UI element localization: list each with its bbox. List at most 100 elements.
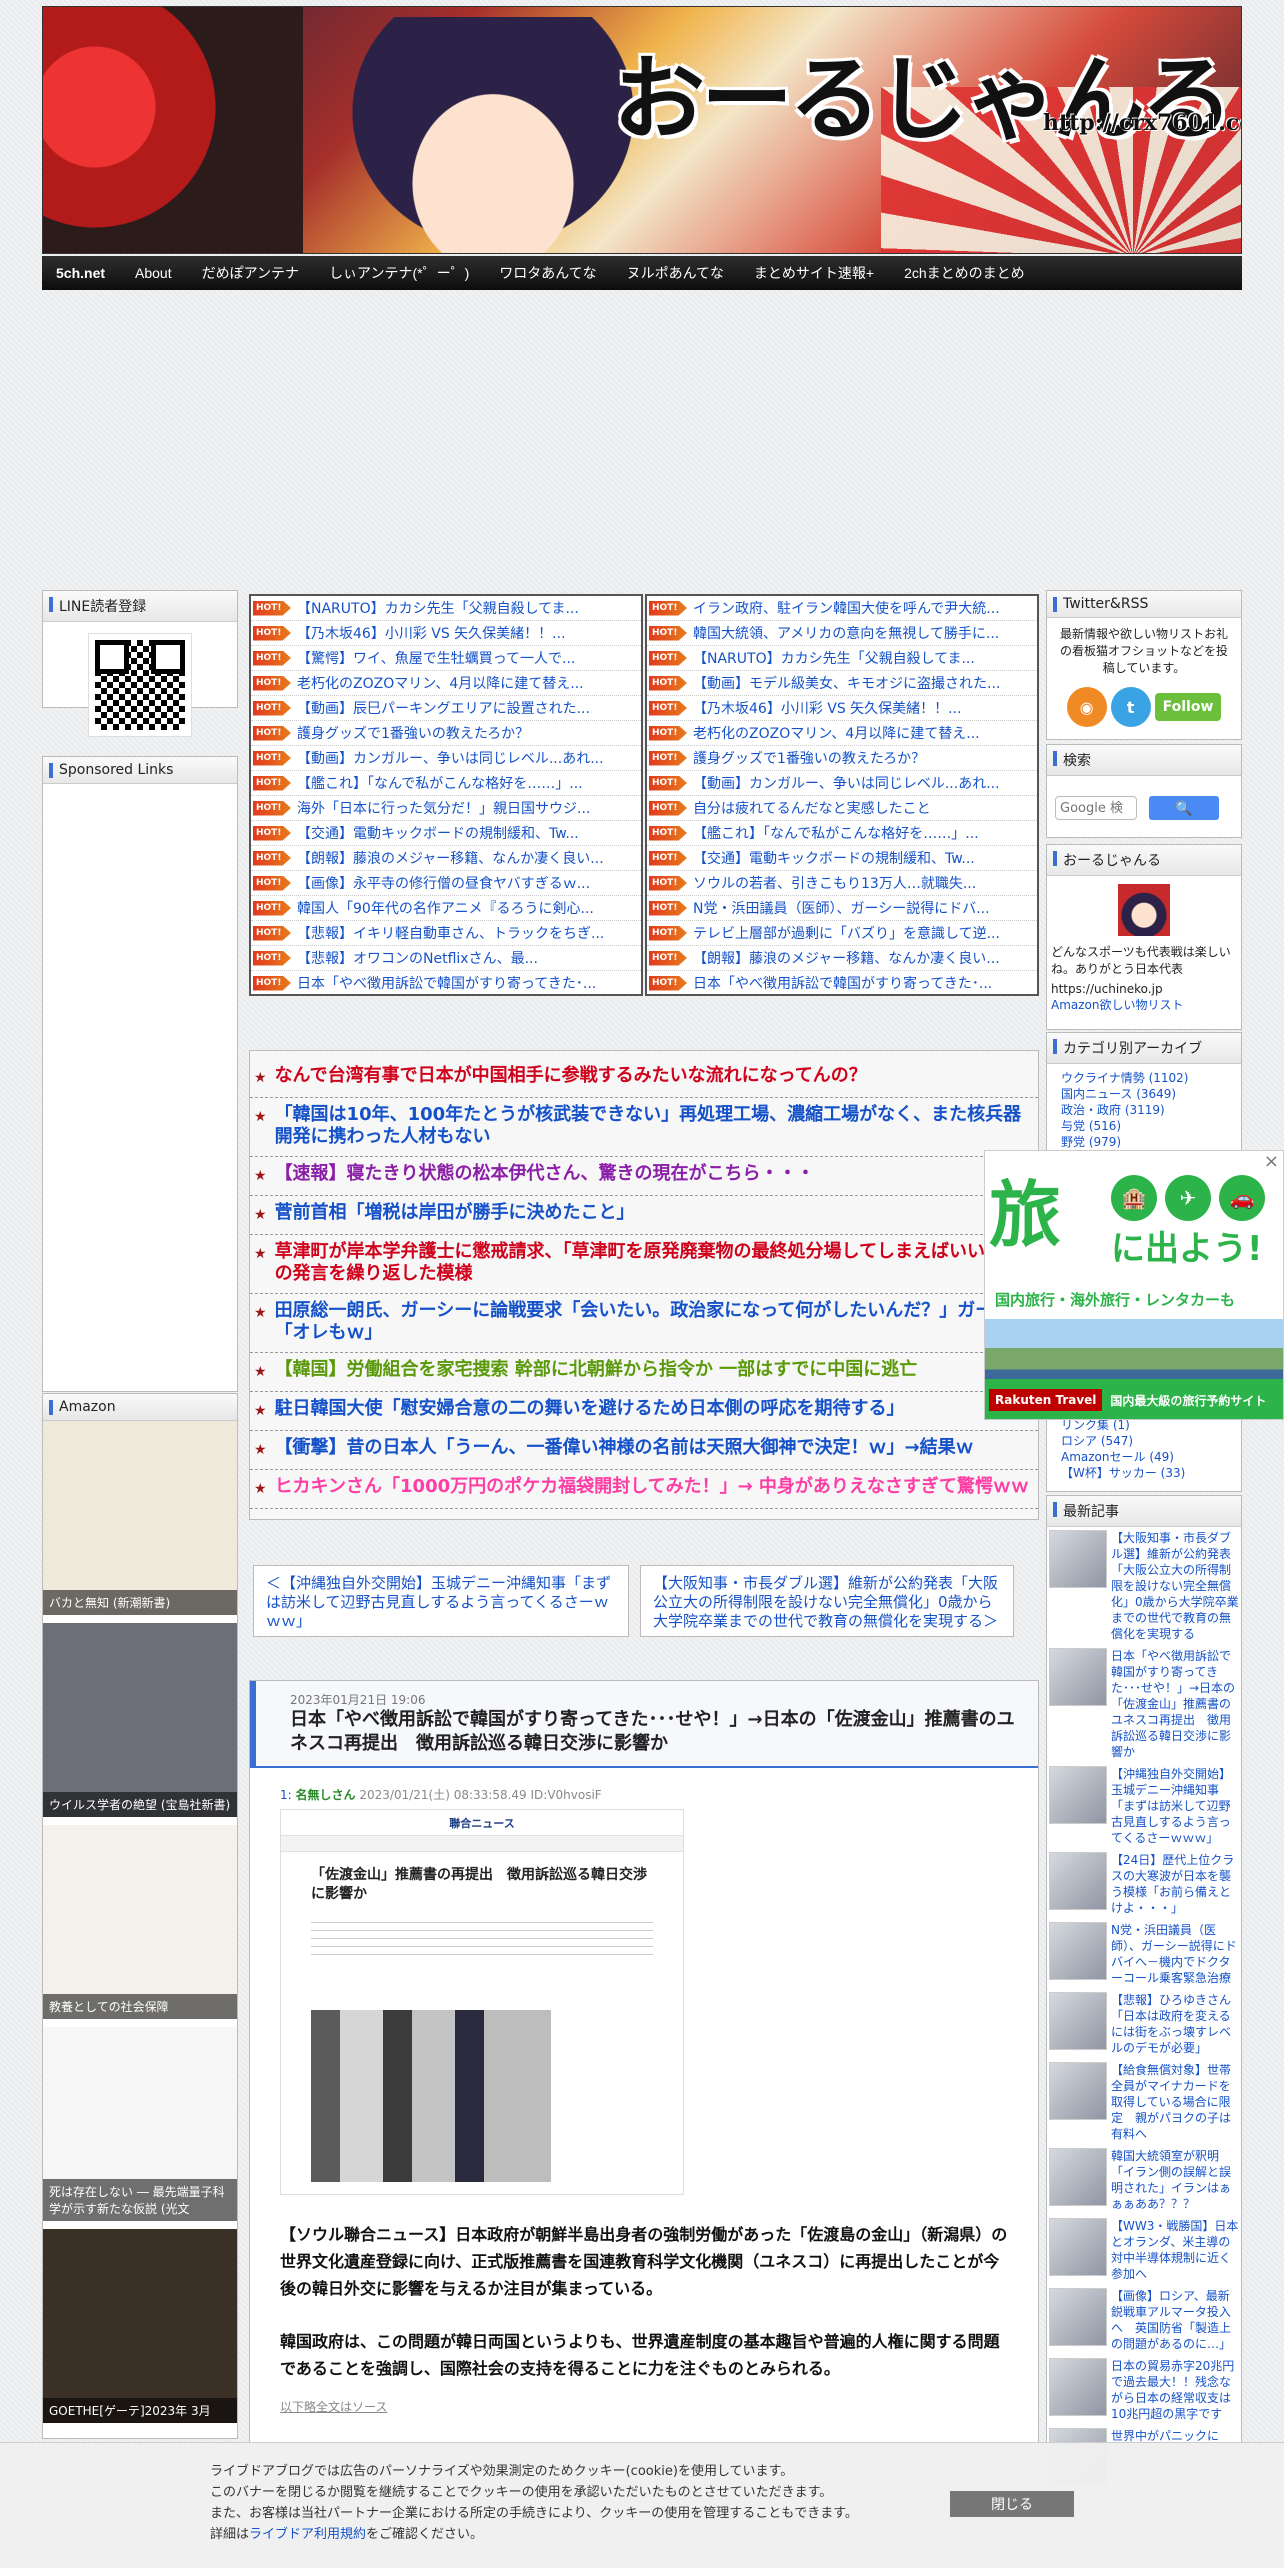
- cookie-close-button[interactable]: 閉じる: [950, 2491, 1074, 2517]
- recent-post-link[interactable]: 【悲報】ひろゆきさん「日本は政府を変えるには街をぶっ壊すレベルのデモが必要」: [1111, 1992, 1239, 2056]
- ticker-link[interactable]: ソウルの若者、引きこもり13万人…就職失...: [693, 873, 976, 893]
- ticker-item[interactable]: HOT! ソウルの若者、引きこもり13万人…就職失...: [647, 871, 1037, 896]
- ticker-link[interactable]: 【悲報】オワコンのNetflixさん、最...: [297, 948, 538, 968]
- ticker-item[interactable]: HOT! 【艦これ】「なんで私がこんな格好を……」...: [251, 771, 641, 796]
- book-cover[interactable]: [43, 2229, 237, 2423]
- recent-post-link[interactable]: 【24日】歴代上位クラスの大寒波が日本を襲う模様「お前ら備えとけよ・・・」: [1111, 1852, 1239, 1916]
- book-cover[interactable]: [43, 1623, 237, 1817]
- category-link[interactable]: Amazonセール (49): [1061, 1449, 1185, 1465]
- ticker-item[interactable]: HOT! 【交通】電動キックボードの規制緩和、Tw...: [251, 821, 641, 846]
- ticker-item[interactable]: HOT! 老朽化のZOZOマリン、4月以降に建て替え...: [251, 671, 641, 696]
- source-link[interactable]: 以下略全文はソース: [280, 2398, 1008, 2415]
- ticker-item[interactable]: HOT! 海外「日本に行った気分だ！」親日国サウジ...: [251, 796, 641, 821]
- ticker-link[interactable]: 韓国大統領、アメリカの意向を無視して勝手に...: [693, 623, 999, 643]
- category-link[interactable]: 野党 (979): [1061, 1134, 1227, 1150]
- recent-post-link[interactable]: 【大阪知事・市長ダブル選】維新が公約発表「大阪公立大の所得制限を設けない完全無償…: [1111, 1530, 1239, 1642]
- ticker-item[interactable]: HOT! 老朽化のZOZOマリン、4月以降に建て替え...: [647, 721, 1037, 746]
- recent-post-link[interactable]: N党・浜田議員（医師）、ガーシー説得にドバイへ－機内でドクターコール乗客緊急治療: [1111, 1922, 1239, 1986]
- ticker-item[interactable]: HOT! N党・浜田議員（医師）、ガーシー説得にドバ...: [647, 896, 1037, 921]
- recent-post-thumbnail[interactable]: [1049, 2358, 1107, 2416]
- category-link[interactable]: 政治・政府 (3119): [1061, 1102, 1227, 1118]
- profile-link[interactable]: https://uchineko.jp: [1047, 978, 1241, 996]
- amazon-wishlist-link[interactable]: Amazon欲しい物リスト: [1047, 996, 1241, 1013]
- book-cover[interactable]: [43, 1825, 237, 2019]
- ticker-link[interactable]: 【艦これ】「なんで私がこんな格好を……」...: [297, 773, 583, 793]
- ticker-link[interactable]: 韓国人「90年代の名作アニメ『るろうに剣心...: [297, 898, 594, 918]
- ticker-link[interactable]: 【動画】辰巳パーキングエリアに設置された...: [297, 698, 590, 718]
- news-screenshot-image[interactable]: 聯合ニュース 「佐渡金山」推薦書の再提出 徴用訴訟巡る韓日交渉に影響か: [280, 1809, 684, 2195]
- book-cover[interactable]: [43, 1421, 237, 1615]
- ticker-item[interactable]: HOT! 【交通】電動キックボードの規制緩和、Tw...: [647, 846, 1037, 871]
- recent-post-thumbnail[interactable]: [1049, 2288, 1107, 2346]
- nav-item[interactable]: だめぽアンテナ: [202, 263, 299, 283]
- recent-post[interactable]: 【悲報】ひろゆきさん「日本は政府を変えるには街をぶっ壊すレベルのデモが必要」: [1047, 1989, 1241, 2059]
- recent-post-link[interactable]: 【画像】ロシア、最新鋭戦車アルマータ投入へ 英国防省「製造上の問題があるのに…」: [1111, 2288, 1239, 2352]
- twitter-icon[interactable]: t: [1110, 687, 1151, 727]
- recent-post[interactable]: 韓国大統領室が釈明「イラン側の誤解と誤明された」イランはぁぁぁああ？？？: [1047, 2145, 1241, 2215]
- category-link[interactable]: 国内ニュース (3649): [1061, 1086, 1227, 1102]
- ticker-item[interactable]: HOT! 日本「やべ徴用訴訟で韓国がすり寄ってきた･...: [251, 971, 641, 994]
- recent-post[interactable]: 【WW3・戦勝国】日本とオランダ、米主導の対中半導体規制に近く参加へ: [1047, 2215, 1241, 2285]
- recent-post[interactable]: N党・浜田議員（医師）、ガーシー説得にドバイへ－機内でドクターコール乗客緊急治療: [1047, 1919, 1241, 1989]
- ticker-item[interactable]: HOT! 【動画】モデル級美女、キモオジに盗撮された...: [647, 671, 1037, 696]
- nav-item[interactable]: ヌルポあんてな: [627, 263, 724, 283]
- next-article-link[interactable]: 【大阪知事・市長ダブル選】維新が公約発表「大阪公立大の所得制限を設けない完全無償…: [640, 1565, 1014, 1637]
- follow-button[interactable]: Follow: [1154, 693, 1222, 721]
- ticker-link[interactable]: 【画像】永平寺の修行僧の昼食ヤバすぎるｗ...: [297, 873, 590, 893]
- ticker-item[interactable]: HOT! 【朗報】藤浪のメジャー移籍、なんか凄く良い...: [647, 946, 1037, 971]
- ticker-link[interactable]: 日本「やべ徴用訴訟で韓国がすり寄ってきた･...: [297, 973, 596, 993]
- ticker-item[interactable]: HOT! 【乃木坂46】小川彩 VS 矢久保美緒！！...: [647, 696, 1037, 721]
- recent-post-thumbnail[interactable]: [1049, 1648, 1107, 1706]
- featured-item[interactable]: ★ なんで台湾有事で日本が中国相手に参戦するみたいな流れになってんの？: [250, 1059, 1038, 1098]
- recent-post-link[interactable]: 日本の貿易赤字20兆円で過去最大！！残念ながら日本の経常収支は10兆円超の黒字で…: [1111, 2358, 1239, 2422]
- ticker-link[interactable]: 【動画】モデル級美女、キモオジに盗撮された...: [693, 673, 1000, 693]
- ticker-link[interactable]: 【NARUTO】カカシ先生「父親自殺してま...: [297, 598, 579, 618]
- ticker-link[interactable]: 【乃木坂46】小川彩 VS 矢久保美緒！！...: [297, 623, 566, 643]
- line-qr-code[interactable]: [88, 633, 192, 737]
- ticker-item[interactable]: HOT! 【朗報】藤浪のメジャー移籍、なんか凄く良い...: [251, 846, 641, 871]
- ticker-link[interactable]: 護身グッズで1番強いの教えたろか？: [693, 748, 925, 768]
- featured-link[interactable]: なんで台湾有事で日本が中国相手に参戦するみたいな流れになってんの？: [275, 1065, 867, 1087]
- featured-link[interactable]: 【速報】寝たきり状態の松本伊代さん、驚きの現在がこちら・・・: [275, 1163, 815, 1185]
- search-input[interactable]: [1055, 796, 1137, 820]
- recent-post[interactable]: 日本の貿易赤字20兆円で過去最大！！残念ながら日本の経常収支は10兆円超の黒字で…: [1047, 2355, 1241, 2425]
- ticker-link[interactable]: 【朗報】藤浪のメジャー移籍、なんか凄く良い...: [297, 848, 604, 868]
- featured-item[interactable]: ★ 【韓国】労働組合を家宅捜索 幹部に北朝鮮から指令か 一部はすでに中国に逃亡: [250, 1353, 1038, 1392]
- ticker-item[interactable]: HOT! 韓国人「90年代の名作アニメ『るろうに剣心...: [251, 896, 641, 921]
- featured-link[interactable]: 田原総一朗氏、ガーシーに論戦要求「会いたい。政治家になって何がしたいんだ？」ガー…: [275, 1300, 1034, 1344]
- ticker-link[interactable]: 【乃木坂46】小川彩 VS 矢久保美緒！！...: [693, 698, 962, 718]
- search-button[interactable]: 🔍: [1149, 796, 1219, 820]
- recent-post-thumbnail[interactable]: [1049, 2218, 1107, 2276]
- recent-post[interactable]: 【給食無償対象】世帯全員がマイナカードを取得している場合に限定 親がパヨクの子は…: [1047, 2059, 1241, 2145]
- ticker-item[interactable]: HOT! 【悲報】オワコンのNetflixさん、最...: [251, 946, 641, 971]
- ticker-link[interactable]: 老朽化のZOZOマリン、4月以降に建て替え...: [297, 673, 584, 693]
- ticker-item[interactable]: HOT! 【NARUTO】カカシ先生「父親自殺してま...: [647, 646, 1037, 671]
- ticker-item[interactable]: HOT! 【画像】永平寺の修行僧の昼食ヤバすぎるｗ...: [251, 871, 641, 896]
- recent-post-link[interactable]: 【WW3・戦勝国】日本とオランダ、米主導の対中半導体規制に近く参加へ: [1111, 2218, 1239, 2282]
- nav-item[interactable]: ワロタあんてな: [499, 263, 596, 283]
- amazon-book[interactable]: バカと無知 (新潮新書): [43, 1421, 237, 1615]
- nav-item[interactable]: しぃアンテナ(*゜ー゜): [329, 263, 469, 283]
- featured-link[interactable]: 駐日韓国大使「慰安婦合意の二の舞いを避けるため日本側の呼応を期待する」: [275, 1398, 905, 1420]
- ticker-item[interactable]: HOT! 【艦これ】「なんで私がこんな格好を……」...: [647, 821, 1037, 846]
- recent-post[interactable]: 【沖縄独自外交開始】玉城デニー沖縄知事「まずは訪米して辺野古見直しするよう言って…: [1047, 1763, 1241, 1849]
- recent-post-link[interactable]: 【給食無償対象】世帯全員がマイナカードを取得している場合に限定 親がパヨクの子は…: [1111, 2062, 1239, 2142]
- recent-post-link[interactable]: 韓国大統領室が釈明「イラン側の誤解と誤明された」イランはぁぁぁああ？？？: [1111, 2148, 1239, 2212]
- featured-item[interactable]: ★ 【衝撃】昔の日本人「うーん、一番偉い神様の名前は天照大御神で決定！ｗ」→結果ｗ: [250, 1431, 1038, 1470]
- rss-icon[interactable]: ◉: [1066, 687, 1107, 727]
- recent-post[interactable]: 【24日】歴代上位クラスの大寒波が日本を襲う模様「お前ら備えとけよ・・・」: [1047, 1849, 1241, 1919]
- featured-item[interactable]: ★ ヒカキンさん「1000万円のポケカ福袋開封してみた！」→ 中身がありえなさすぎ…: [250, 1470, 1038, 1509]
- ticker-link[interactable]: 日本「やべ徴用訴訟で韓国がすり寄ってきた･...: [693, 973, 992, 993]
- featured-link[interactable]: 【韓国】労働組合を家宅捜索 幹部に北朝鮮から指令か 一部はすでに中国に逃亡: [275, 1359, 918, 1381]
- featured-item[interactable]: ★ 【速報】寝たきり状態の松本伊代さん、驚きの現在がこちら・・・: [250, 1157, 1038, 1196]
- rakuten-travel-ad[interactable]: × 旅 🏨 ✈ 🚗 に出よう! 国内旅行・海外旅行・レンタカーも Rakuten T…: [984, 1150, 1284, 1420]
- ticker-item[interactable]: HOT! 護身グッズで1番強いの教えたろか？: [647, 746, 1037, 771]
- ticker-item[interactable]: HOT! 【動画】カンガルー、争いは同じレベル...あれ...: [647, 771, 1037, 796]
- site-header-banner[interactable]: おーるじゃんる http://crx7601.com: [42, 6, 1242, 254]
- featured-link[interactable]: 「韓国は10年、100年たとうが核武装できない」再処理工場、濃縮工場がなく、また…: [275, 1104, 1034, 1148]
- book-caption[interactable]: 死は存在しない ― 最先端量子科学が示す新たな仮説 (光文: [43, 2179, 237, 2221]
- recent-post-thumbnail[interactable]: [1049, 1922, 1107, 1980]
- recent-post[interactable]: 【大阪知事・市長ダブル選】維新が公約発表「大阪公立大の所得制限を設けない完全無償…: [1047, 1527, 1241, 1645]
- ticker-item[interactable]: HOT! 【動画】カンガルー、争いは同じレベル...あれ...: [251, 746, 641, 771]
- amazon-book[interactable]: 教養としての社会保障: [43, 1825, 237, 2019]
